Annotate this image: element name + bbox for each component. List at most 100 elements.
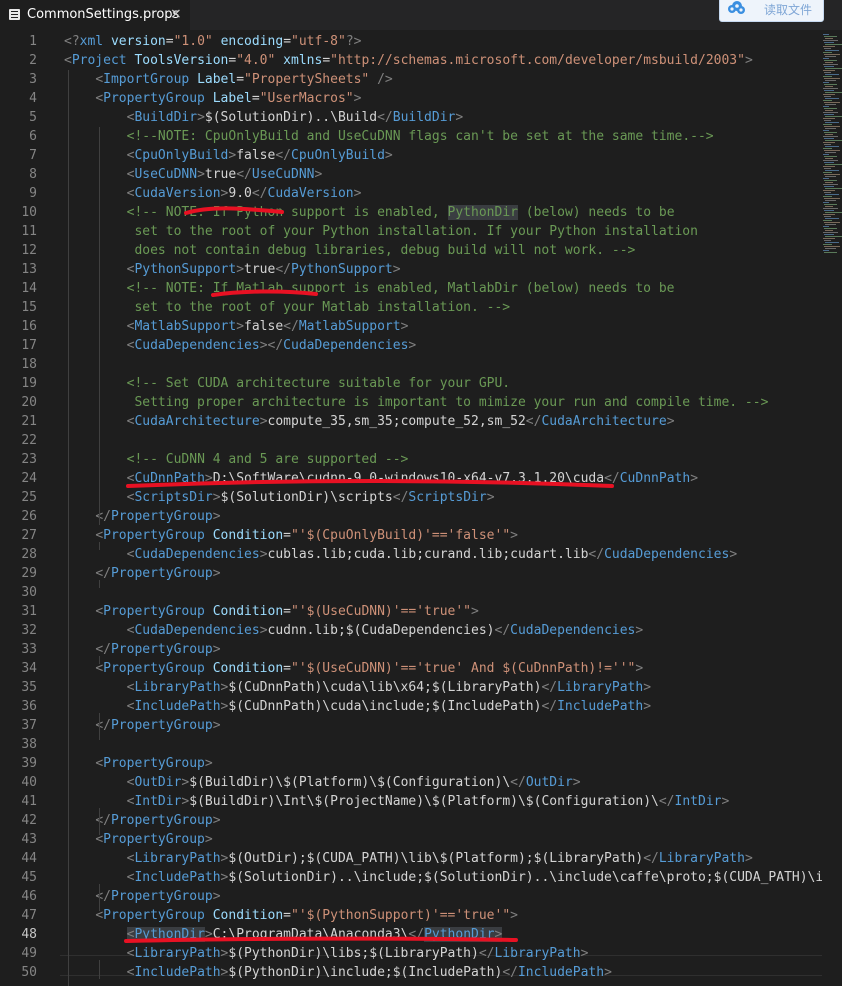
code-line[interactable]: 17 <CudaDependencies></CudaDependencies> (0, 336, 822, 355)
code-text: <CpuOnlyBuild>false</CpuOnlyBuild> (126, 148, 393, 163)
minimap-line (824, 138, 834, 139)
code-text: <UseCuDNN>true</UseCuDNN> (126, 167, 323, 182)
line-number: 25 (21, 490, 37, 505)
code-text: <IncludePath>$(CuDnnPath)\cuda\include;$… (126, 699, 652, 714)
line-number: 40 (21, 775, 37, 790)
minimap-line (823, 130, 829, 131)
code-line[interactable]: 20 Setting proper architecture is import… (0, 393, 822, 412)
minimap-line (824, 246, 840, 247)
code-line[interactable]: 10 <!-- NOTE: If Python support is enabl… (0, 203, 822, 222)
minimap-line (825, 116, 842, 117)
code-line[interactable]: 37 </PropertyGroup> (0, 716, 822, 735)
code-line[interactable]: 25 <ScriptsDir>$(SolutionDir)\scripts</S… (0, 488, 822, 507)
line-number: 35 (21, 680, 37, 695)
minimap[interactable] (822, 30, 842, 979)
minimap-line (824, 198, 840, 199)
close-icon[interactable]: × (170, 6, 182, 22)
code-line[interactable]: 50 <IncludePath>$(PythonDir)\include;$(I… (0, 963, 822, 982)
code-line[interactable]: 31 <PropertyGroup Condition="'$(UseCuDNN… (0, 602, 822, 621)
code-text: <!-- NOTE: If Python support is enabled,… (126, 205, 675, 220)
code-line[interactable]: 32 <CudaDependencies>cudnn.lib;$(CudaDep… (0, 621, 822, 640)
minimap-line (825, 38, 833, 39)
minimap-line (825, 56, 836, 57)
code-line[interactable]: 16 <MatlabSupport>false</MatlabSupport> (0, 317, 822, 336)
code-line[interactable]: 43 <PropertyGroup> (0, 830, 822, 849)
code-line[interactable]: 18 (0, 355, 822, 374)
code-line[interactable]: 29 </PropertyGroup> (0, 564, 822, 583)
code-line[interactable]: 5 <BuildDir>$(SolutionDir)..\Build</Buil… (0, 108, 822, 127)
code-line[interactable]: 6 <!--NOTE: CpuOnlyBuild and UseCuDNN fl… (0, 127, 822, 146)
read-file-button[interactable]: 读取文件 (719, 0, 824, 22)
line-number: 6 (29, 129, 37, 144)
minimap-line (823, 184, 838, 185)
code-line[interactable]: 30 (0, 583, 822, 602)
code-line[interactable]: 27 <PropertyGroup Condition="'$(CpuOnlyB… (0, 526, 822, 545)
minimap-line (825, 44, 842, 45)
code-line[interactable]: 12 does not contain debug libraries, deb… (0, 241, 822, 260)
code-line[interactable]: 42 </PropertyGroup> (0, 811, 822, 830)
code-text: <PropertyGroup Condition="'$(CpuOnlyBuil… (95, 528, 518, 543)
code-line[interactable]: 40 <OutDir>$(BuildDir)\$(Platform)\$(Con… (0, 773, 822, 792)
minimap-line (825, 134, 833, 135)
code-line[interactable]: 14 <!-- NOTE: If Matlab support is enabl… (0, 279, 822, 298)
code-line[interactable]: 44 <LibraryPath>$(OutDir);$(CUDA_PATH)\l… (0, 849, 822, 868)
code-text: <?xml version="1.0" encoding="utf-8"?> (64, 34, 362, 49)
code-text: <!-- CuDNN 4 and 5 are supported --> (126, 452, 409, 467)
minimap-line (825, 62, 833, 63)
indent-guide (99, 960, 100, 979)
minimap-line (823, 160, 838, 161)
code-line[interactable]: 13 <PythonSupport>true</PythonSupport> (0, 260, 822, 279)
minimap-line (823, 244, 832, 245)
minimap-line (824, 108, 837, 109)
line-number: 43 (21, 832, 37, 847)
code-line[interactable]: 8 <UseCuDNN>true</UseCuDNN> (0, 165, 822, 184)
line-number: 42 (21, 813, 37, 828)
code-editor[interactable]: 1 <?xml version="1.0" encoding="utf-8"?> 2… (0, 30, 839, 986)
code-line[interactable]: 48 <PythonDir>C:\ProgramData\Anaconda3\<… (0, 925, 822, 944)
minimap-line (823, 250, 829, 251)
code-line[interactable]: 22 (0, 431, 822, 450)
code-text: </PropertyGroup> (95, 718, 221, 733)
code-text: <PropertyGroup Condition="'$(PythonSuppo… (95, 908, 518, 923)
code-line[interactable]: 9 <CudaVersion>9.0</CudaVersion> (0, 184, 822, 203)
code-text: <CudaArchitecture>compute_35,sm_35;compu… (126, 414, 675, 429)
code-line[interactable]: 15 set to the root of your Matlab instal… (0, 298, 822, 317)
code-line[interactable]: 45 <IncludePath>$(SolutionDir)..\include… (0, 868, 839, 887)
code-line[interactable]: 4 <PropertyGroup Label="UserMacros"> (0, 89, 822, 108)
minimap-line (823, 76, 832, 77)
minimap-line (824, 168, 831, 169)
line-number: 2 (29, 53, 37, 68)
indent-guide (68, 70, 69, 986)
code-line[interactable]: 38 (0, 735, 822, 754)
code-line[interactable]: 35 <LibraryPath>$(CuDnnPath)\cuda\lib\x6… (0, 678, 822, 697)
minimap-line (823, 154, 829, 155)
code-line[interactable]: 21 <CudaArchitecture>compute_35,sm_35;co… (0, 412, 822, 431)
minimap-line (825, 104, 836, 105)
code-line[interactable]: 23 <!-- CuDNN 4 and 5 are supported --> (0, 450, 822, 469)
code-line[interactable]: 24 <CuDnnPath>D:\SoftWare\cudnn-9.0-wind… (0, 469, 822, 488)
minimap-line (824, 102, 840, 103)
minimap-line (825, 236, 842, 237)
code-line[interactable]: 28 <CudaDependencies>cublas.lib;cuda.lib… (0, 545, 822, 564)
code-line[interactable]: 34 <PropertyGroup Condition="'$(UseCuDNN… (0, 659, 822, 678)
code-line[interactable]: 1 <?xml version="1.0" encoding="utf-8"?> (0, 32, 822, 51)
code-line[interactable]: 39 <PropertyGroup> (0, 754, 822, 773)
code-line[interactable]: 33 </PropertyGroup> (0, 640, 822, 659)
code-line[interactable]: 36 <IncludePath>$(CuDnnPath)\cuda\includ… (0, 697, 822, 716)
tab-commonsettings[interactable]: CommonSettings.props × (0, 0, 191, 30)
code-line[interactable]: 2 <Project ToolsVersion="4.0" xmlns="http… (0, 51, 822, 70)
code-line[interactable]: 7 <CpuOnlyBuild>false</CpuOnlyBuild> (0, 146, 822, 165)
code-line[interactable]: 49 <LibraryPath>$(PythonDir)\libs;$(Libr… (0, 944, 822, 963)
line-number: 13 (21, 262, 37, 277)
code-line[interactable]: 46 </PropertyGroup> (0, 887, 822, 906)
code-line[interactable]: 26 </PropertyGroup> (0, 507, 822, 526)
minimap-line (825, 242, 839, 243)
line-number: 45 (21, 870, 37, 885)
minimap-line (825, 164, 842, 165)
code-line[interactable]: 11 set to the root of your Python instal… (0, 222, 822, 241)
code-line[interactable]: 3 <ImportGroup Label="PropertySheets" /> (0, 70, 822, 89)
code-line[interactable]: 47 <PropertyGroup Condition="'$(PythonSu… (0, 906, 822, 925)
code-line[interactable]: 19 <!-- Set CUDA architecture suitable f… (0, 374, 822, 393)
code-text: does not contain debug libraries, debug … (64, 243, 636, 258)
code-line[interactable]: 41 <IntDir>$(BuildDir)\Int\$(ProjectName… (0, 792, 822, 811)
